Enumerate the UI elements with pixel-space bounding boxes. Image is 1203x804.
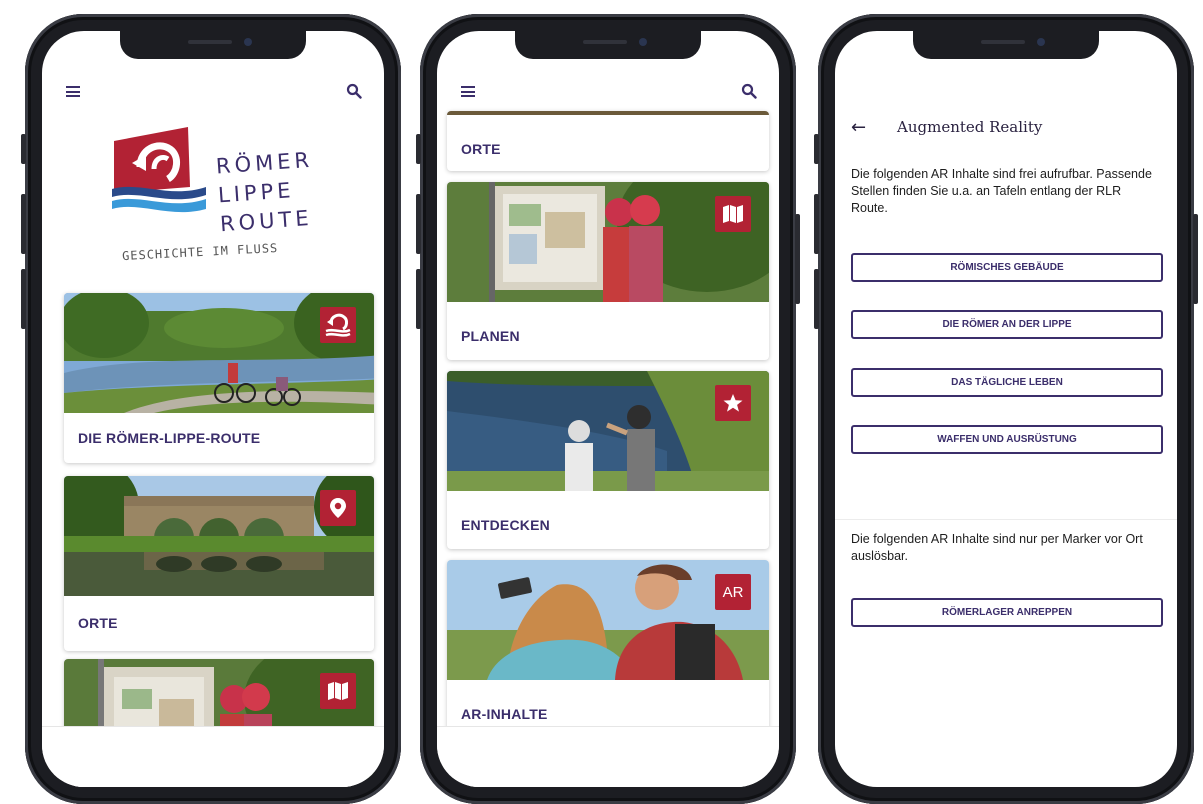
notch (515, 31, 701, 59)
bottom-safe-area (42, 726, 384, 787)
volume-down-button (416, 269, 421, 329)
volume-down-button (21, 269, 26, 329)
power-button (1193, 214, 1198, 304)
phone-1: RÖMER LIPPE ROUTE GESCHICHTE IM FLUSS DI… (21, 14, 401, 804)
volume-up-button (416, 194, 421, 254)
notch (120, 31, 306, 59)
card-label: AR-INHALTE (461, 706, 548, 722)
search-icon[interactable] (346, 83, 362, 99)
ar-button-waffen-und-ausruestung[interactable]: WAFFEN UND AUSRÜSTUNG (851, 425, 1163, 454)
location-pin-badge (320, 490, 356, 526)
back-arrow-icon[interactable]: ← (851, 117, 866, 138)
card-label: ORTE (78, 615, 118, 631)
phone-1-screen: RÖMER LIPPE ROUTE GESCHICHTE IM FLUSS DI… (42, 31, 384, 787)
mute-switch (416, 134, 421, 164)
phone-3: ← Augmented Reality Die folgenden AR Inh… (814, 14, 1198, 804)
card-image-river-hikers (447, 371, 769, 491)
roemer-lippe-route-logo-icon (112, 127, 206, 213)
card-orte[interactable]: ORTE (447, 111, 769, 171)
menu-icon[interactable] (461, 86, 475, 97)
ar-button-die-roemer-an-der-lippe[interactable]: DIE RÖMER AN DER LIPPE (851, 310, 1163, 339)
card-orte[interactable]: ORTE (64, 476, 374, 651)
app-top-bar (437, 76, 779, 106)
volume-up-button (814, 194, 819, 254)
notch (913, 31, 1099, 59)
app-top-bar (42, 76, 384, 106)
section-divider (835, 519, 1177, 520)
map-icon (328, 682, 348, 700)
location-pin-icon (330, 498, 346, 518)
logo-wordmark: RÖMER LIPPE ROUTE (215, 146, 318, 240)
card-image-info-board (447, 182, 769, 302)
card-image-ar-phone: AR (447, 560, 769, 680)
ar-button-roemerlager-anreppen[interactable]: RÖMERLAGER ANREPPEN (851, 598, 1163, 627)
card-label: DIE RÖMER-LIPPE-ROUTE (78, 430, 261, 446)
card-image-edge (447, 111, 769, 115)
card-image-bridge (64, 476, 374, 596)
star-badge (715, 385, 751, 421)
ar-button-roemisches-gebaeude[interactable]: RÖMISCHES GEBÄUDE (851, 253, 1163, 282)
card-entdecken[interactable]: ENTDECKEN (447, 371, 769, 549)
card-label: ORTE (461, 141, 501, 157)
app-logo: RÖMER LIPPE ROUTE GESCHICHTE IM FLUSS (100, 123, 330, 273)
card-label: ENTDECKEN (461, 517, 550, 533)
card-label: PLANEN (461, 328, 520, 344)
menu-icon[interactable] (66, 86, 80, 97)
page-title: Augmented Reality (897, 118, 1043, 136)
map-badge (715, 196, 751, 232)
ar-button-das-taegliche-leben[interactable]: DAS TÄGLICHE LEBEN (851, 368, 1163, 397)
ar-intro-marker: Die folgenden AR Inhalte sind nur per Ma… (851, 532, 1143, 563)
mute-switch (21, 134, 26, 164)
map-icon (723, 205, 743, 223)
card-planen[interactable]: PLANEN (447, 182, 769, 360)
ar-header: ← Augmented Reality (835, 115, 1177, 145)
card-ar-inhalte[interactable]: AR AR-INHALTE (447, 560, 769, 738)
bottom-safe-area (437, 726, 779, 787)
ar-intro-free: Die folgenden AR Inhalte sind frei aufru… (851, 167, 1152, 215)
card-roemer-lippe-route[interactable]: DIE RÖMER-LIPPE-ROUTE (64, 293, 374, 463)
phone-3-screen: ← Augmented Reality Die folgenden AR Inh… (835, 31, 1177, 787)
mute-switch (814, 134, 819, 164)
power-button (795, 214, 800, 304)
phone-2-screen: ORTE PLANEN ENTDECKEN AR AR-INHALTE (437, 31, 779, 787)
ar-badge: AR (715, 574, 751, 610)
card-image-river-cyclists (64, 293, 374, 413)
route-logo-icon (325, 313, 351, 337)
logo-line-route: ROUTE (219, 205, 314, 237)
logo-tagline: GESCHICHTE IM FLUSS (121, 240, 279, 264)
star-icon (723, 394, 743, 412)
phone-2: ORTE PLANEN ENTDECKEN AR AR-INHALTE (416, 14, 800, 804)
search-icon[interactable] (741, 83, 757, 99)
map-badge (320, 673, 356, 709)
volume-down-button (814, 269, 819, 329)
route-logo-badge (320, 307, 356, 343)
volume-up-button (21, 194, 26, 254)
